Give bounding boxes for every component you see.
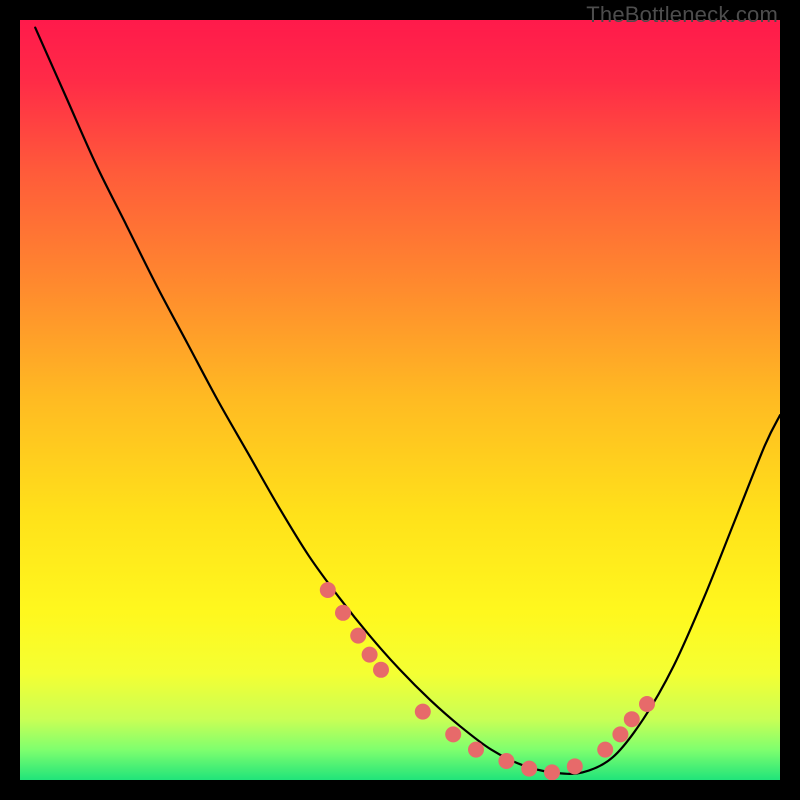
highlight-dot <box>521 761 537 777</box>
highlight-dot <box>415 704 431 720</box>
highlight-dot <box>362 647 378 663</box>
highlight-dot <box>612 726 628 742</box>
highlight-dot <box>373 662 389 678</box>
highlight-dot <box>320 582 336 598</box>
highlight-dot <box>468 742 484 758</box>
highlight-dot <box>624 711 640 727</box>
highlight-dot <box>567 758 583 774</box>
watermark: TheBottleneck.com <box>586 2 778 28</box>
gradient-background <box>20 20 780 780</box>
highlight-dot <box>498 753 514 769</box>
highlight-dot <box>597 742 613 758</box>
highlight-dot <box>350 628 366 644</box>
plot-area <box>20 20 780 780</box>
chart-svg <box>20 20 780 780</box>
highlight-dot <box>335 605 351 621</box>
chart-container: TheBottleneck.com <box>0 0 800 800</box>
highlight-dot <box>544 764 560 780</box>
highlight-dot <box>639 696 655 712</box>
highlight-dot <box>445 726 461 742</box>
